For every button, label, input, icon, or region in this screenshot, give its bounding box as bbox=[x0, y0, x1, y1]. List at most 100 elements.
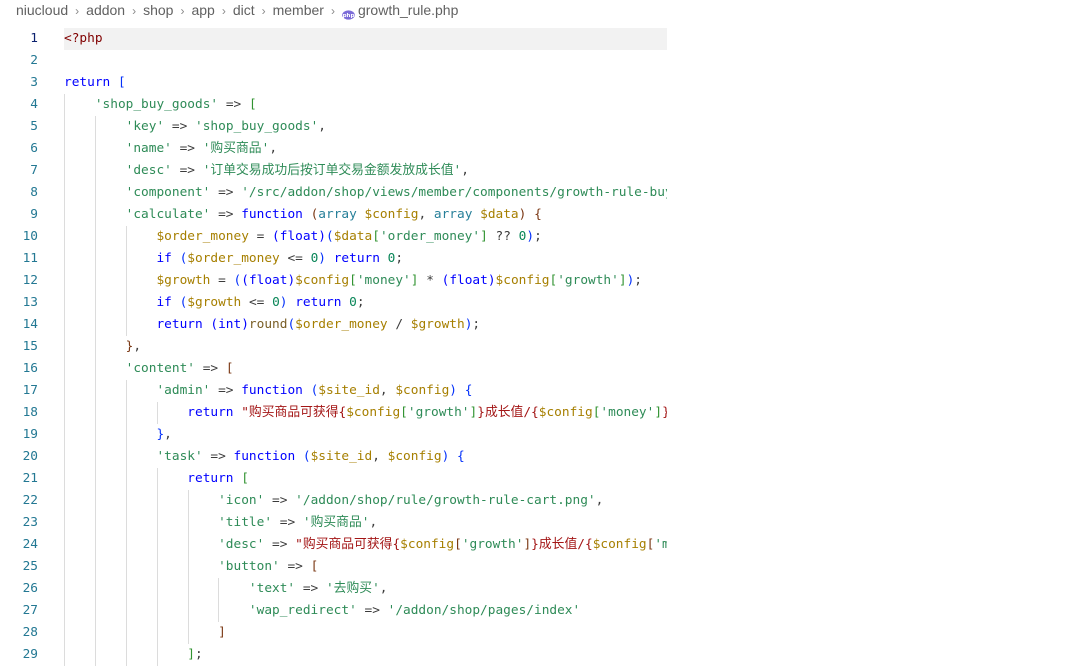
code-line[interactable]: 28 ] bbox=[0, 622, 667, 644]
code-line[interactable]: 21 return [ bbox=[0, 468, 667, 490]
code-line[interactable]: 26 'text' => '去购买', bbox=[0, 578, 667, 600]
code-editor[interactable]: 1 <?php 2 3 return [4 'shop_buy_goods' => [5… bbox=[0, 28, 667, 668]
breadcrumb-file[interactable]: growth_rule.php bbox=[358, 0, 458, 20]
code-line[interactable]: 15 }, bbox=[0, 336, 667, 358]
code-token: = bbox=[248, 229, 273, 244]
code-line[interactable]: 19 }, bbox=[0, 424, 667, 446]
code-token: , bbox=[379, 581, 388, 596]
code-line[interactable]: 2 bbox=[0, 50, 667, 72]
code-token: }元"; bbox=[662, 405, 667, 420]
indent-guide bbox=[94, 248, 96, 270]
code-token: (float) bbox=[272, 229, 326, 244]
code-text: 'task' => function ($site_id, $config) { bbox=[64, 446, 667, 468]
code-token: , bbox=[418, 207, 434, 222]
code-token: , bbox=[461, 163, 469, 178]
code-token: '订单交易成功后按订单交易金额发放成长值' bbox=[202, 163, 462, 178]
code-token: (float) bbox=[241, 273, 296, 288]
breadcrumb-item[interactable]: member bbox=[273, 2, 324, 18]
code-token: ] bbox=[187, 647, 195, 662]
code-token: ( bbox=[287, 317, 296, 332]
code-line[interactable]: 16 'content' => [ bbox=[0, 358, 667, 380]
indent-guide bbox=[218, 600, 220, 622]
code-text: 'component' => '/src/addon/shop/views/me… bbox=[64, 182, 667, 204]
line-number: 4 bbox=[30, 97, 38, 112]
breadcrumb-item[interactable]: shop bbox=[143, 2, 173, 18]
indent-guide bbox=[64, 358, 65, 380]
code-token: { bbox=[457, 383, 473, 398]
code-line[interactable]: 8 'component' => '/src/addon/shop/views/… bbox=[0, 182, 667, 204]
code-line[interactable]: 11 if ($order_money <= 0) return 0; bbox=[0, 248, 667, 270]
code-token: $site_id bbox=[318, 383, 380, 398]
breadcrumb-item[interactable]: app bbox=[191, 2, 214, 18]
code-line[interactable]: 13 if ($growth <= 0) return 0; bbox=[0, 292, 667, 314]
indent-guide bbox=[94, 600, 96, 622]
code-line[interactable]: 1 <?php bbox=[0, 28, 667, 50]
code-line[interactable]: 22 'icon' => '/addon/shop/rule/growth-ru… bbox=[0, 490, 667, 512]
code-line[interactable]: 18 return "购买商品可获得{$config['growth']}成长值… bbox=[0, 402, 667, 424]
line-number: 18 bbox=[22, 405, 38, 420]
code-token: $order_money bbox=[295, 317, 388, 332]
indent-guide bbox=[125, 512, 127, 534]
code-line[interactable]: 17 'admin' => function ($site_id, $confi… bbox=[0, 380, 667, 402]
code-token: ] bbox=[523, 537, 532, 552]
code-line[interactable]: 20 'task' => function ($site_id, $config… bbox=[0, 446, 667, 468]
line-number: 2 bbox=[30, 53, 38, 68]
code-line[interactable]: 6 'name' => '购买商品', bbox=[0, 138, 667, 160]
code-line[interactable]: 10 $order_money = (float)($data['order_m… bbox=[0, 226, 667, 248]
code-line[interactable]: 24 'desc' => "购买商品可获得{$config['growth']}… bbox=[0, 534, 667, 556]
indent-guide bbox=[64, 490, 65, 512]
breadcrumb-item[interactable]: niucloud bbox=[16, 2, 68, 18]
code-line[interactable]: 5 'key' => 'shop_buy_goods', bbox=[0, 116, 667, 138]
code-token: => bbox=[272, 515, 303, 530]
code-line[interactable]: 25 'button' => [ bbox=[0, 556, 667, 578]
code-token: , bbox=[595, 493, 604, 508]
code-token: $config bbox=[400, 537, 455, 552]
code-text: }, bbox=[64, 424, 667, 446]
indent-guide bbox=[156, 600, 158, 622]
code-line[interactable]: 4 'shop_buy_goods' => [ bbox=[0, 94, 667, 116]
code-token: [ bbox=[310, 559, 319, 574]
indent-guide bbox=[94, 204, 96, 226]
line-number: 19 bbox=[22, 427, 38, 442]
code-token: $config bbox=[395, 383, 450, 398]
code-token: * bbox=[418, 273, 442, 288]
indent-guide bbox=[125, 556, 127, 578]
code-line[interactable]: 12 $growth = ((float)$config['money'] * … bbox=[0, 270, 667, 292]
code-token: , bbox=[372, 449, 388, 464]
code-token: return bbox=[187, 471, 242, 486]
indent-guide bbox=[125, 314, 127, 336]
code-text: 'button' => [ bbox=[64, 556, 667, 578]
code-token: return bbox=[156, 317, 211, 332]
code-text: }, bbox=[64, 336, 667, 358]
indent-guide bbox=[64, 138, 65, 160]
line-number: 21 bbox=[22, 471, 38, 486]
code-token: array bbox=[433, 207, 481, 222]
line-number: 14 bbox=[22, 317, 38, 332]
code-token: ( bbox=[302, 449, 311, 464]
indent-guide bbox=[187, 622, 189, 644]
line-number: 22 bbox=[22, 493, 38, 508]
code-line[interactable]: 3 return [ bbox=[0, 72, 667, 94]
indent-guide bbox=[156, 490, 158, 512]
code-token: , bbox=[164, 427, 172, 442]
line-number: 27 bbox=[22, 603, 38, 618]
indent-guide bbox=[94, 424, 96, 446]
code-line[interactable]: 23 'title' => '购买商品', bbox=[0, 512, 667, 534]
breadcrumb-item[interactable]: addon bbox=[86, 2, 125, 18]
code-line[interactable]: 7 'desc' => '订单交易成功后按订单交易金额发放成长值', bbox=[0, 160, 667, 182]
code-line[interactable]: 27 'wap_redirect' => '/addon/shop/pages/… bbox=[0, 600, 667, 622]
indent-guide bbox=[94, 138, 96, 160]
line-number: 13 bbox=[22, 295, 38, 310]
code-token: '购买商品' bbox=[202, 141, 270, 156]
code-token: (float) bbox=[441, 273, 496, 288]
indent-guide bbox=[64, 468, 65, 490]
line-number: 23 bbox=[22, 515, 38, 530]
code-line[interactable]: 14 return (int)round($order_money / $gro… bbox=[0, 314, 667, 336]
indent-guide bbox=[64, 94, 65, 116]
breadcrumb-item[interactable]: dict bbox=[233, 2, 255, 18]
code-line[interactable]: 9 'calculate' => function (array $config… bbox=[0, 204, 667, 226]
code-token: ) bbox=[279, 295, 288, 310]
indent-guide bbox=[64, 578, 65, 600]
